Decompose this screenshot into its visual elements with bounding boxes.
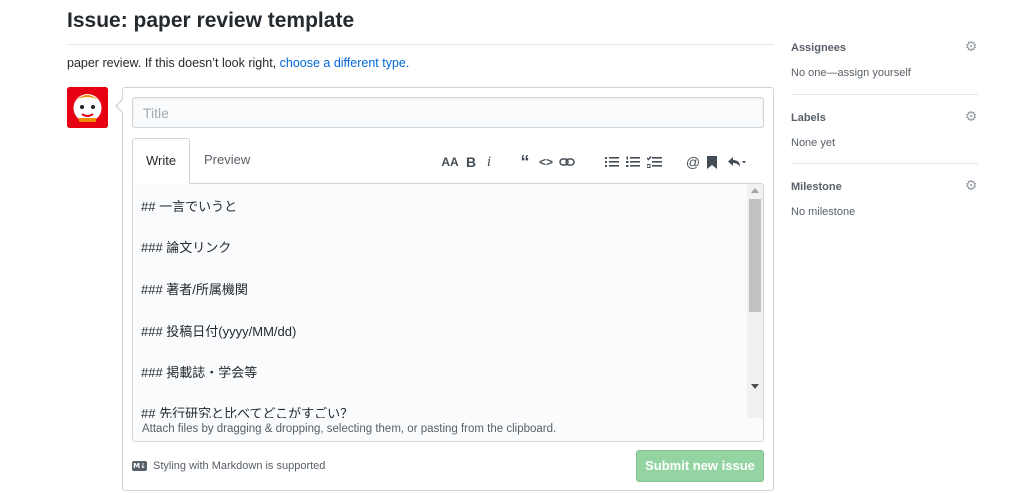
quote-icon[interactable]: “: [518, 152, 532, 172]
attach-files-hint[interactable]: Attach files by dragging & dropping, sel…: [132, 418, 764, 442]
template-subtitle: paper review. If this doesn’t look right…: [67, 56, 409, 70]
link-icon[interactable]: [558, 152, 576, 172]
milestone-value: No milestone: [791, 206, 856, 218]
editor-line: ### 論文リンク: [141, 240, 232, 255]
avatar[interactable]: [67, 87, 108, 128]
reply-icon[interactable]: [726, 152, 748, 172]
choose-different-type-link[interactable]: choose a different type.: [280, 56, 410, 70]
title-divider: [67, 44, 774, 45]
gear-icon[interactable]: ⚙: [964, 178, 978, 192]
sidebar-divider: [791, 94, 978, 95]
tab-write[interactable]: Write: [132, 138, 191, 184]
sidebar-milestone[interactable]: Milestone ⚙ No milestone: [791, 178, 978, 218]
italic-icon[interactable]: i: [483, 152, 495, 172]
page-title: Issue: paper review template: [67, 9, 355, 32]
tab-preview[interactable]: Preview: [191, 138, 263, 184]
labels-heading: Labels: [791, 112, 826, 124]
task-list-icon[interactable]: [646, 152, 662, 172]
markdown-support-note[interactable]: M↓ Styling with Markdown is supported: [132, 460, 325, 472]
markdown-toolbar: AA B i “ <> @: [440, 152, 760, 172]
gear-icon[interactable]: ⚙: [964, 39, 978, 53]
sidebar-labels[interactable]: Labels ⚙ None yet: [791, 109, 978, 149]
sidebar-assignees[interactable]: Assignees ⚙ No one—assign yourself: [791, 39, 978, 79]
text-size-icon[interactable]: AA: [440, 152, 460, 172]
scroll-up-arrow-icon[interactable]: [751, 188, 759, 193]
scroll-down-arrow-icon[interactable]: [751, 384, 759, 389]
mention-icon[interactable]: @: [686, 152, 700, 172]
sidebar-divider: [791, 163, 978, 164]
submit-new-issue-button[interactable]: Submit new issue: [636, 450, 764, 482]
editor-scrollbar[interactable]: [747, 184, 763, 438]
markdown-note-text: Styling with Markdown is supported: [153, 460, 326, 472]
title-input[interactable]: [132, 97, 764, 128]
issue-composer: Write Preview AA B i “ <> @: [115, 87, 774, 491]
editor-tabbar: Write Preview AA B i “ <> @: [132, 138, 764, 184]
comment-body-textarea[interactable]: ## 一言でいうと ### 論文リンク ### 著者/所属機関 ### 投稿日付…: [132, 183, 764, 439]
labels-value: None yet: [791, 137, 836, 149]
unordered-list-icon[interactable]: [604, 152, 620, 172]
scroll-thumb[interactable]: [749, 199, 761, 312]
editor-line: ### 掲載誌・学会等: [141, 365, 258, 380]
subtitle-text: paper review. If this doesn’t look right…: [67, 56, 280, 70]
bookmark-icon[interactable]: [706, 152, 718, 172]
editor-line: ### 著者/所属機関: [141, 282, 248, 297]
editor-line: ## 一言でいうと: [141, 199, 238, 214]
avatar-image: [67, 87, 108, 128]
assignees-value[interactable]: No one—assign yourself: [791, 67, 978, 79]
bold-icon[interactable]: B: [464, 152, 478, 172]
milestone-heading: Milestone: [791, 181, 842, 193]
markdown-icon: M↓: [132, 461, 147, 471]
editor-line: ### 投稿日付(yyyy/MM/dd): [141, 324, 297, 339]
assignees-heading: Assignees: [791, 42, 847, 54]
gear-icon[interactable]: ⚙: [964, 109, 978, 123]
ordered-list-icon[interactable]: [625, 152, 641, 172]
code-icon[interactable]: <>: [537, 152, 555, 172]
